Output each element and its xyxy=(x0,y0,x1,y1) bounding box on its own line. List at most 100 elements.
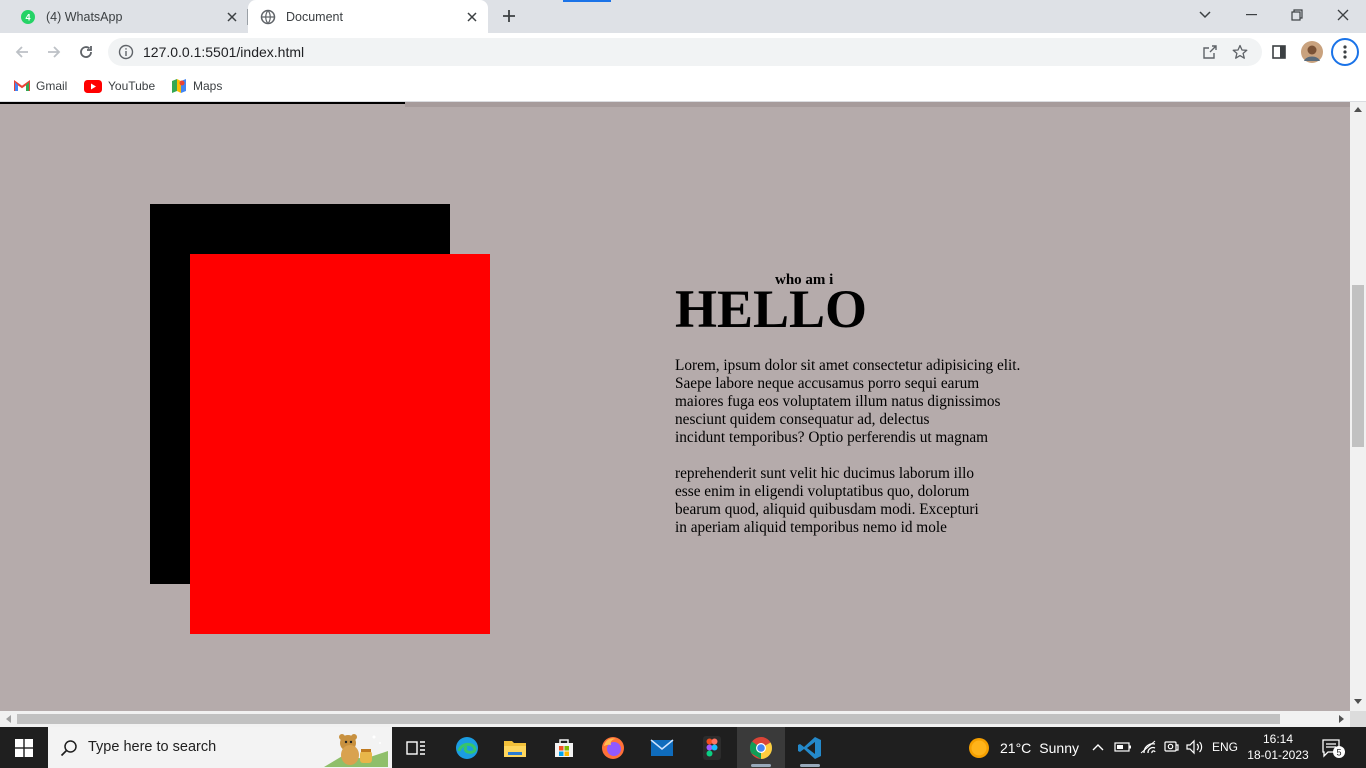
battery-icon[interactable] xyxy=(1114,739,1132,755)
chevron-up-icon[interactable] xyxy=(1092,739,1104,755)
restore-button[interactable] xyxy=(1274,0,1320,30)
figma-icon xyxy=(703,735,721,760)
task-view-icon xyxy=(406,740,425,755)
minimize-icon xyxy=(1245,14,1257,16)
clock-date: 18-01-2023 xyxy=(1247,748,1309,762)
horizontal-scrollbar[interactable] xyxy=(0,711,1350,727)
notification-center-button[interactable]: 5 xyxy=(1322,739,1346,759)
sun-icon xyxy=(969,737,989,758)
chrome-icon xyxy=(749,736,772,759)
globe-icon xyxy=(260,9,276,25)
avatar-icon xyxy=(1301,41,1323,63)
weather-temperature: 21°C xyxy=(1000,739,1032,756)
url-text[interactable]: 127.0.0.1:5501/index.html xyxy=(143,44,304,60)
windows-taskbar: Type here to search 21°C Sunny ENG 16:14… xyxy=(0,727,1366,768)
taskbar-mail[interactable] xyxy=(638,727,686,768)
taskbar-store[interactable] xyxy=(540,727,588,768)
edge-icon xyxy=(456,736,478,759)
maps-icon xyxy=(172,79,186,93)
restore-icon xyxy=(1291,9,1303,21)
firefox-icon xyxy=(602,736,624,759)
minimize-button[interactable] xyxy=(1228,0,1274,30)
site-info-icon[interactable] xyxy=(118,44,134,60)
scroll-up-icon xyxy=(1354,107,1362,112)
forward-button[interactable] xyxy=(42,40,66,64)
tab-strip: 4 (4) WhatsApp Document xyxy=(0,0,1366,33)
paragraph: Lorem, ipsum dolor sit amet consectetur … xyxy=(675,357,1021,446)
side-panel-icon xyxy=(1272,45,1286,59)
tab-title: (4) WhatsApp xyxy=(46,9,123,24)
close-tab-icon[interactable] xyxy=(224,9,240,25)
arrow-left-icon xyxy=(15,46,28,58)
reload-icon xyxy=(80,46,92,58)
wifi-icon[interactable] xyxy=(1139,739,1157,755)
vscode-icon xyxy=(798,736,821,759)
clock-time: 16:14 xyxy=(1262,732,1294,746)
reload-button[interactable] xyxy=(74,40,98,64)
header-shadow xyxy=(405,102,1350,107)
scrollbar-corner xyxy=(1350,711,1366,727)
whatsapp-icon: 4 xyxy=(20,9,36,25)
tab-document[interactable]: Document xyxy=(248,0,488,33)
system-clock[interactable]: 16:14 18-01-2023 xyxy=(1247,731,1309,763)
bookmarks-bar: Gmail YouTube Maps xyxy=(0,71,1366,102)
tab-title: Document xyxy=(286,9,343,24)
file-explorer-icon xyxy=(504,740,526,757)
front-image-box xyxy=(190,254,490,634)
running-indicator xyxy=(751,764,771,767)
side-panel-button[interactable] xyxy=(1267,40,1291,64)
taskbar-file-explorer[interactable] xyxy=(491,727,539,768)
taskbar-chrome[interactable] xyxy=(737,727,785,768)
search-icon xyxy=(60,739,78,757)
tab-whatsapp[interactable]: 4 (4) WhatsApp xyxy=(8,0,248,33)
scroll-down-icon xyxy=(1354,699,1362,704)
bookmark-youtube[interactable]: YouTube xyxy=(84,77,155,95)
menu-button[interactable] xyxy=(1331,38,1359,66)
bookmark-star-icon[interactable] xyxy=(1232,44,1248,60)
search-highlight-icon xyxy=(324,729,388,767)
device-icon[interactable] xyxy=(1163,739,1179,755)
taskbar-firefox[interactable] xyxy=(589,727,637,768)
paragraph: reprehenderit sunt velit hic ducimus lab… xyxy=(675,465,979,536)
close-window-button[interactable] xyxy=(1320,0,1366,30)
taskbar-edge[interactable] xyxy=(443,727,491,768)
input-language[interactable]: ENG xyxy=(1212,740,1238,754)
arrow-right-icon xyxy=(48,46,61,58)
vertical-scrollbar[interactable] xyxy=(1350,102,1366,711)
volume-icon[interactable] xyxy=(1186,739,1204,755)
taskbar-figma[interactable] xyxy=(688,727,736,768)
bookmark-maps[interactable]: Maps xyxy=(171,77,222,95)
notification-count: 5 xyxy=(1336,748,1341,758)
task-view-button[interactable] xyxy=(392,727,440,768)
svg-text:4: 4 xyxy=(25,12,30,22)
notification-icon: 5 xyxy=(1322,739,1345,758)
weather-widget[interactable]: 21°C Sunny xyxy=(968,727,1079,768)
header-underline xyxy=(0,102,405,104)
tab-search-button[interactable] xyxy=(1182,0,1228,30)
page-viewport: who am i HELLO Lorem, ipsum dolor sit am… xyxy=(0,102,1350,711)
bookmark-gmail[interactable]: Gmail xyxy=(14,77,67,95)
gmail-icon xyxy=(14,80,30,91)
headline: HELLO xyxy=(675,279,868,339)
chevron-down-icon xyxy=(1199,11,1211,19)
scrollbar-thumb[interactable] xyxy=(17,714,1280,724)
weather-condition: Sunny xyxy=(1039,739,1079,756)
youtube-icon xyxy=(84,79,102,93)
scrollbar-thumb[interactable] xyxy=(1352,285,1364,447)
start-button[interactable] xyxy=(0,727,48,768)
plus-icon xyxy=(503,10,515,22)
taskbar-search[interactable]: Type here to search xyxy=(48,727,392,768)
tab-drag-indicator xyxy=(563,0,611,2)
new-tab-button[interactable] xyxy=(499,6,519,26)
mail-icon xyxy=(650,738,674,756)
address-bar[interactable]: 127.0.0.1:5501/index.html xyxy=(108,38,1262,66)
windows-logo-icon xyxy=(15,738,33,757)
back-button[interactable] xyxy=(10,40,34,64)
profile-avatar[interactable] xyxy=(1300,40,1324,64)
scroll-left-icon xyxy=(6,715,11,723)
share-icon[interactable] xyxy=(1202,44,1218,60)
browser-toolbar: 127.0.0.1:5501/index.html xyxy=(0,33,1366,71)
taskbar-vscode[interactable] xyxy=(786,727,834,768)
close-tab-icon[interactable] xyxy=(464,9,480,25)
store-icon xyxy=(555,738,573,757)
